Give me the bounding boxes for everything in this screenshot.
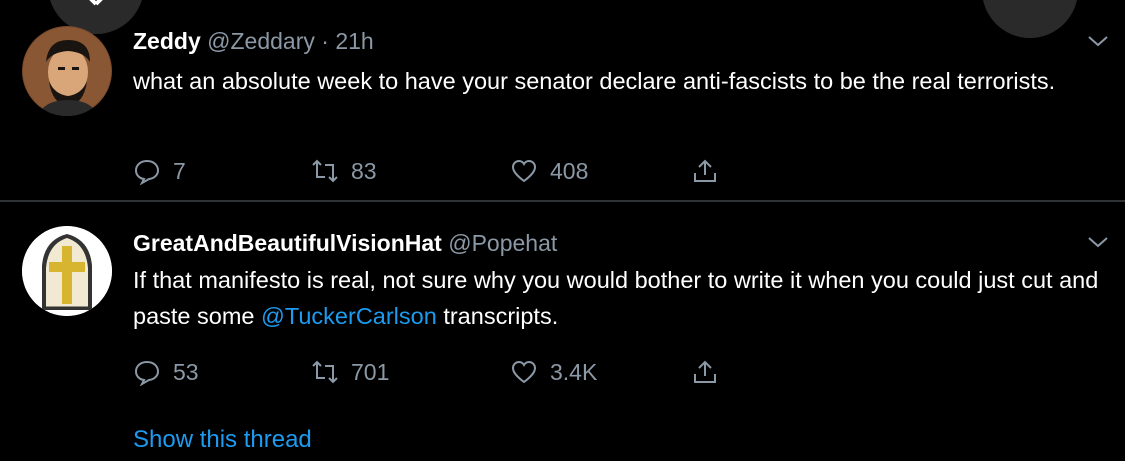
- retweet-button[interactable]: 701: [311, 354, 389, 390]
- display-name[interactable]: Zeddy: [133, 28, 201, 54]
- share-icon: [694, 360, 716, 383]
- reply-icon: [134, 360, 160, 386]
- reply-count: 53: [173, 358, 199, 385]
- share-icon: [694, 159, 716, 182]
- like-icon: [511, 360, 537, 384]
- avatar[interactable]: [22, 226, 112, 316]
- show-thread-link[interactable]: Show this thread: [133, 426, 312, 454]
- share-button[interactable]: [691, 153, 731, 189]
- retweet-count: 83: [351, 157, 377, 184]
- separator-dot: ·: [321, 28, 329, 54]
- avatar[interactable]: [22, 26, 112, 116]
- mention-link[interactable]: @TuckerCarlson: [261, 303, 437, 329]
- like-count: 408: [550, 157, 589, 184]
- tweet-header: GreatAndBeautifulVisionHat @Popehat: [133, 230, 557, 257]
- like-icon: [511, 159, 537, 183]
- retweet-icon: [312, 360, 338, 384]
- retweet-button[interactable]: 83: [311, 153, 377, 189]
- like-button[interactable]: 3.4K: [510, 354, 597, 390]
- tweet-text: what an absolute week to have your senat…: [133, 68, 1056, 94]
- tweet-text-part: transcripts.: [436, 303, 559, 329]
- like-button[interactable]: 408: [510, 153, 588, 189]
- share-button[interactable]: [691, 354, 731, 390]
- display-name[interactable]: GreatAndBeautifulVisionHat: [133, 230, 442, 256]
- handle[interactable]: @Zeddary: [207, 28, 315, 54]
- retweet-count: 701: [351, 358, 390, 385]
- reply-icon: [134, 159, 160, 185]
- tweet[interactable]: Zeddy @Zeddary · 21h what an absolute we…: [0, 0, 1125, 202]
- chevron-down-icon[interactable]: [1087, 34, 1109, 48]
- reply-button[interactable]: 7: [133, 153, 186, 189]
- handle[interactable]: @Popehat: [448, 230, 557, 256]
- tweet[interactable]: GreatAndBeautifulVisionHat @Popehat If t…: [0, 202, 1125, 461]
- tweet-actions: 53 701 3.4K: [133, 354, 733, 390]
- tweet-text: If that manifesto is real, not sure why …: [133, 262, 1118, 334]
- retweet-icon: [312, 159, 338, 183]
- like-count: 3.4K: [550, 358, 598, 385]
- reply-count: 7: [173, 157, 186, 184]
- tweet-header: Zeddy @Zeddary · 21h: [133, 28, 374, 55]
- reply-button[interactable]: 53: [133, 354, 199, 390]
- tweet-actions: 7 83 408: [133, 153, 733, 189]
- chevron-down-icon[interactable]: [1087, 235, 1109, 249]
- timestamp[interactable]: 21h: [335, 28, 373, 54]
